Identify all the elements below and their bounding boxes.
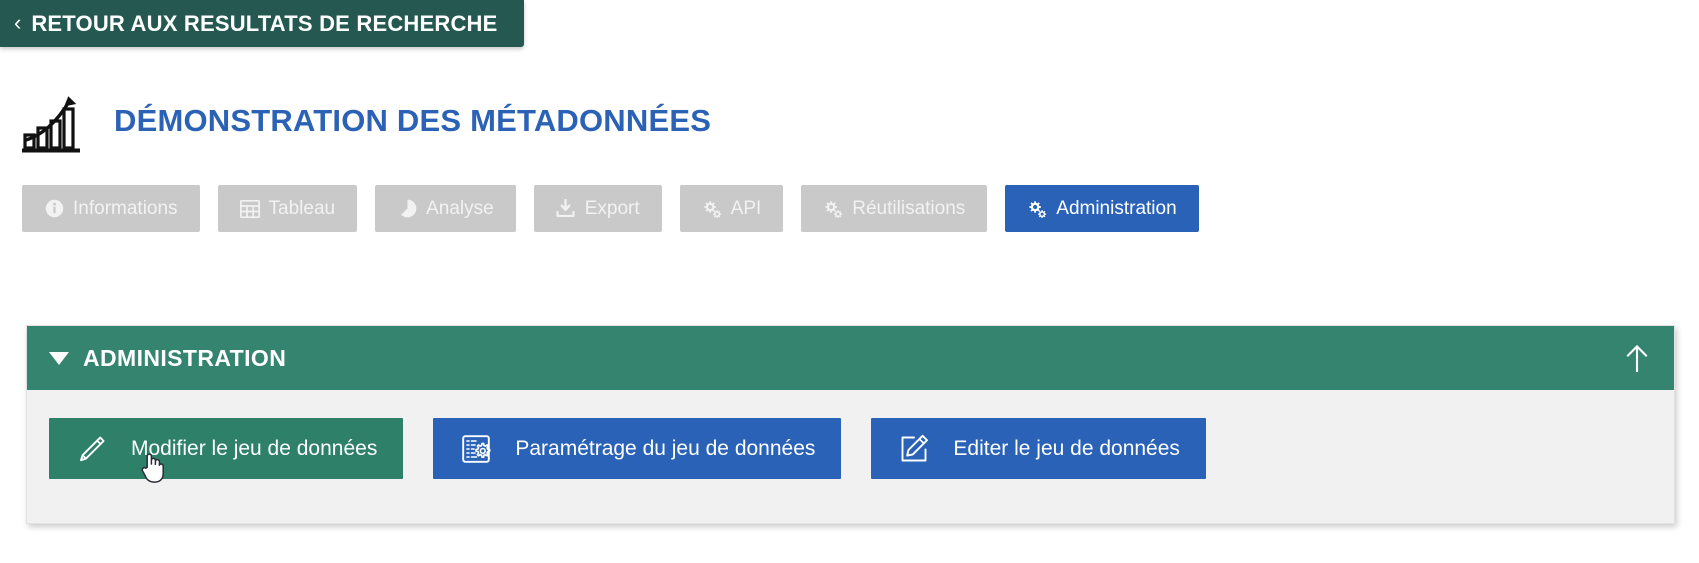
tab-reutilisations[interactable]: Réutilisations <box>801 185 988 232</box>
tab-label: Analyse <box>426 197 494 219</box>
table-grid-icon <box>239 199 260 219</box>
tab-label: API <box>730 197 762 219</box>
caret-down-icon[interactable] <box>49 351 69 365</box>
page-root: ‹ RETOUR AUX RESULTATS DE RECHERCHE DÉMO… <box>0 0 1699 563</box>
tab-informations[interactable]: Informations <box>22 185 200 232</box>
parametrage-jeu-de-donnees-button[interactable]: Paramétrage du jeu de données <box>433 418 842 479</box>
tab-label: Réutilisations <box>852 197 966 219</box>
info-circle-icon <box>44 199 64 219</box>
tab-api[interactable]: API <box>679 185 784 232</box>
pie-chart-icon <box>397 199 417 219</box>
administration-panel: ADMINISTRATION Modifier le jeu de donnée… <box>26 325 1675 524</box>
tab-label: Administration <box>1056 197 1177 219</box>
pencil-square-icon <box>897 432 931 466</box>
pencil-icon <box>75 432 109 466</box>
back-button-label: RETOUR AUX RESULTATS DE RECHERCHE <box>31 10 498 36</box>
modifier-jeu-de-donnees-button[interactable]: Modifier le jeu de données <box>49 418 404 479</box>
dataset-tabs: Informations Tableau Analyse Export API <box>22 185 1199 232</box>
administration-panel-header[interactable]: ADMINISTRATION <box>27 326 1674 390</box>
settings-document-icon <box>459 432 493 466</box>
action-label: Editer le jeu de données <box>953 436 1180 460</box>
tab-administration[interactable]: Administration <box>1005 185 1199 232</box>
panel-header-left: ADMINISTRATION <box>49 345 286 372</box>
cogs-icon <box>823 199 843 219</box>
arrow-up-icon[interactable] <box>1620 341 1654 375</box>
tab-export[interactable]: Export <box>533 185 662 232</box>
cogs-icon <box>1027 199 1047 219</box>
editer-jeu-de-donnees-button[interactable]: Editer le jeu de données <box>871 418 1206 479</box>
cogs-icon <box>702 199 722 219</box>
download-tray-icon <box>556 199 576 219</box>
dataset-title-row: DÉMONSTRATION DES MÉTADONNÉES <box>22 83 711 159</box>
tab-label: Export <box>584 197 640 219</box>
page-title: DÉMONSTRATION DES MÉTADONNÉES <box>114 103 712 138</box>
bar-chart-growth-icon <box>22 88 84 154</box>
tab-analyse[interactable]: Analyse <box>375 185 516 232</box>
back-to-search-results-button[interactable]: ‹ RETOUR AUX RESULTATS DE RECHERCHE <box>0 0 524 47</box>
tab-label: Tableau <box>268 197 336 219</box>
action-label: Paramétrage du jeu de données <box>515 436 816 460</box>
tab-label: Informations <box>73 197 178 219</box>
chevron-left-icon: ‹ <box>14 9 22 35</box>
action-label: Modifier le jeu de données <box>131 436 378 460</box>
administration-panel-body: Modifier le jeu de données Paramétrage d… <box>27 390 1674 523</box>
panel-title: ADMINISTRATION <box>83 344 287 371</box>
tab-tableau[interactable]: Tableau <box>217 185 358 232</box>
